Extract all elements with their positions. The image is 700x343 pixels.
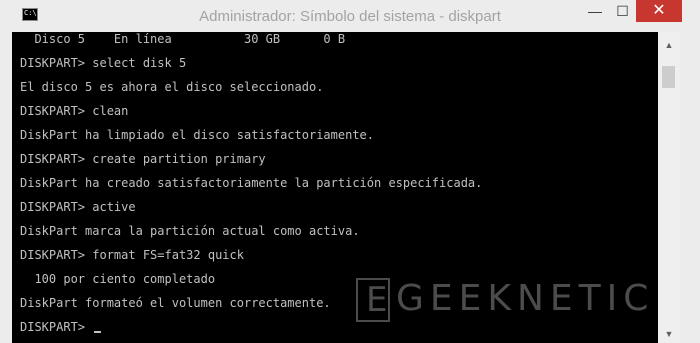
console-line: 100 por ciento completado <box>20 272 216 286</box>
console-line: El disco 5 es ahora el disco seleccionad… <box>20 80 324 94</box>
window-frame-right <box>680 32 700 343</box>
minimize-button[interactable]: — <box>581 0 609 22</box>
scroll-down-arrow-icon[interactable]: ▼ <box>658 324 680 343</box>
text-cursor <box>94 331 102 333</box>
console-line: DISKPART> active <box>20 200 136 214</box>
command-prompt-window: C:\ Administrador: Símbolo del sistema -… <box>0 0 700 343</box>
window-frame-left <box>0 32 12 343</box>
watermark-mark: E <box>356 278 390 322</box>
console-prompt-line[interactable]: DISKPART> <box>20 320 102 334</box>
scroll-up-arrow-icon[interactable]: ▲ <box>658 35 680 55</box>
console-line: DiskPart ha creado satisfactoriamente la… <box>20 176 483 190</box>
vertical-scrollbar[interactable]: ▲ ▼ <box>658 32 680 343</box>
watermark-text: GEEKNETIC <box>396 278 655 319</box>
console-line: DISKPART> create partition primary <box>20 152 266 166</box>
console-prompt: DISKPART> <box>20 320 93 334</box>
console-line: Disco 5 En línea 30 GB 0 B <box>20 32 346 46</box>
console-line: DiskPart formateó el volumen correctamen… <box>20 296 331 310</box>
console-line: DiskPart ha limpiado el disco satisfacto… <box>20 128 375 142</box>
watermark-logo: E GEEKNETIC <box>356 274 654 324</box>
close-button[interactable]: ✕ <box>636 0 682 22</box>
console-line: DISKPART> select disk 5 <box>20 56 187 70</box>
scroll-thumb[interactable] <box>662 66 675 88</box>
console-line: DISKPART> format FS=fat32 quick <box>20 248 244 262</box>
title-bar[interactable]: C:\ Administrador: Símbolo del sistema -… <box>0 0 700 32</box>
maximize-button[interactable]: ☐ <box>609 0 636 22</box>
console-line: DiskPart marca la partición actual como … <box>20 224 360 238</box>
console-line: DISKPART> clean <box>20 104 129 118</box>
